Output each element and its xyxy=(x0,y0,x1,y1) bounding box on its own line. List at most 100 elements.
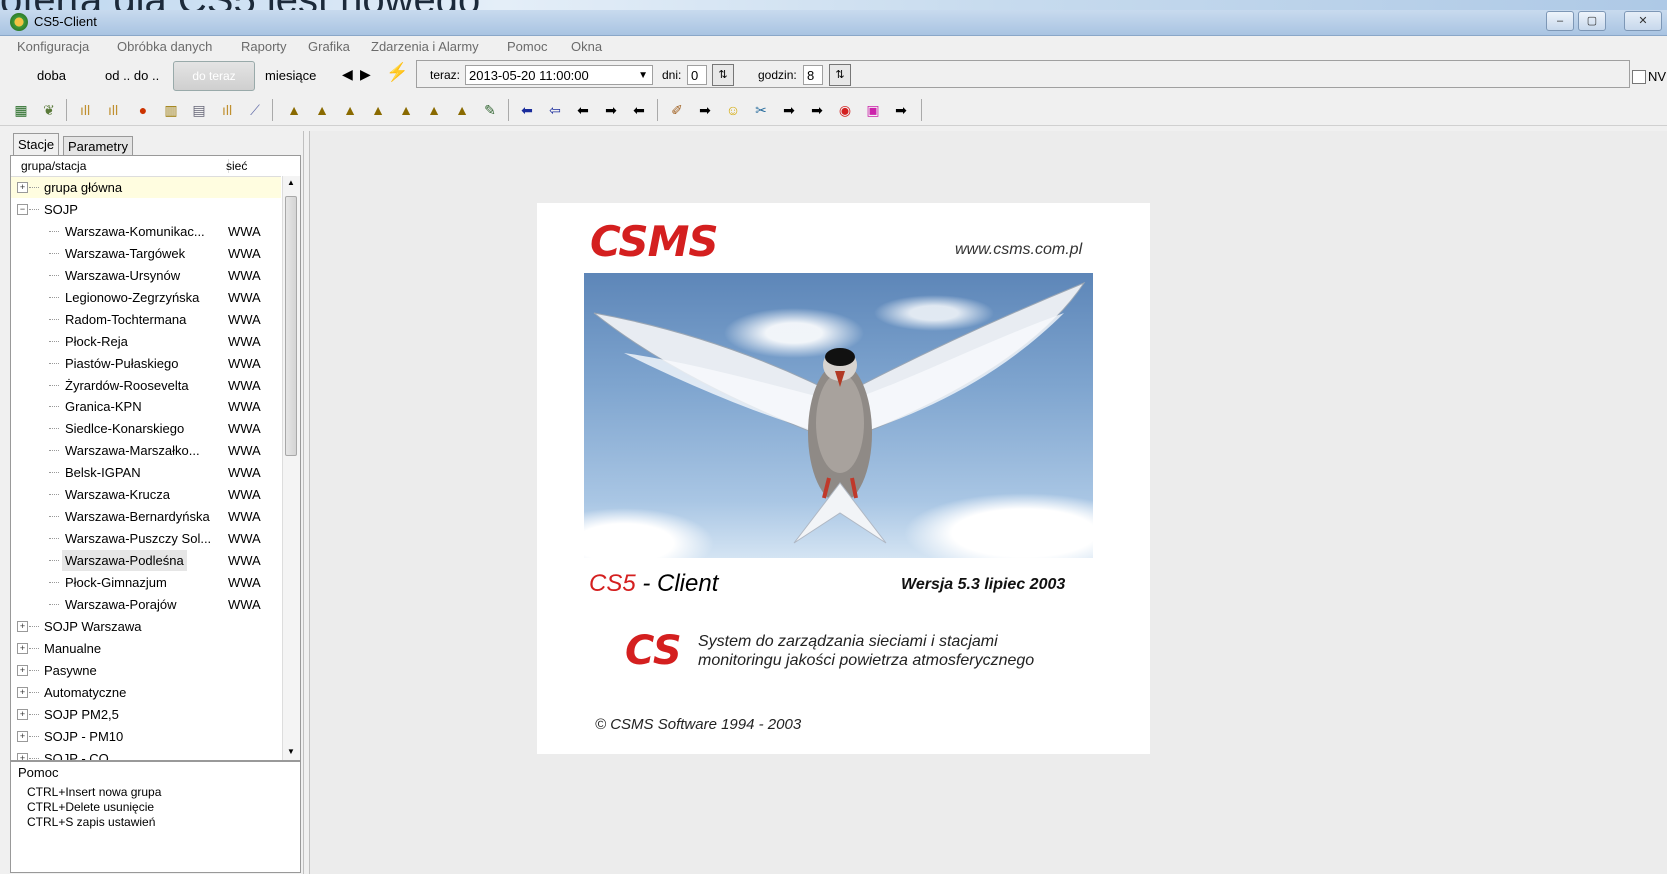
tree-station-row[interactable]: Płock-Gimnazjum WWA xyxy=(11,572,281,593)
tree-station-row[interactable]: Płock-Reja WWA xyxy=(11,331,281,352)
collapse-icon[interactable]: − xyxy=(17,204,28,215)
dni-spinner-icon[interactable]: ⇅ xyxy=(712,64,734,86)
menu-konfiguracja[interactable]: Konfiguracja xyxy=(17,39,89,54)
tree-group-row[interactable]: + SOJP - PM10 xyxy=(11,726,281,747)
menu-zdarzenia-i-alarmy[interactable]: Zdarzenia i Alarmy xyxy=(371,39,479,54)
lifebuoy-icon[interactable]: ◉ xyxy=(836,101,854,119)
tree-station-row[interactable]: Warszawa-Puszczy Sol... WWA xyxy=(11,528,281,549)
prev-arrow-icon[interactable]: ◀ xyxy=(342,66,353,83)
tree-group-row[interactable]: + Manualne xyxy=(11,638,281,659)
arrow-right-icon[interactable]: ➡ xyxy=(602,101,620,119)
tree-station-row[interactable]: Piastów-Pułaskiego WWA xyxy=(11,353,281,374)
scroll-down-icon[interactable]: ▼ xyxy=(287,747,295,756)
expand-icon[interactable]: + xyxy=(17,753,28,760)
expand-icon[interactable]: + xyxy=(17,731,28,742)
map-icon[interactable]: ▦ xyxy=(12,101,30,119)
tree-group-row[interactable]: + SOJP - CO xyxy=(11,748,281,760)
doba-button[interactable]: doba xyxy=(37,68,66,83)
note-arrow-icon[interactable]: ✐ xyxy=(668,101,686,119)
arrow-right-4-icon[interactable]: ➡ xyxy=(808,101,826,119)
menu-grafika[interactable]: Grafika xyxy=(308,39,350,54)
arrow-left-outline-icon[interactable]: ⇦ xyxy=(546,101,564,119)
column-header-group[interactable]: grupa/stacja xyxy=(21,159,86,173)
folder-up-2-icon[interactable]: ▲ xyxy=(313,101,331,119)
miesiace-button[interactable]: miesiące xyxy=(265,68,316,83)
tree-group-row[interactable]: + SOJP Warszawa xyxy=(11,616,281,637)
pie-chart-icon[interactable]: ● xyxy=(134,101,152,119)
eraser-icon[interactable]: ✎ xyxy=(481,101,499,119)
calendar-icon[interactable]: ▥ xyxy=(162,101,180,119)
folder-up-3-icon[interactable]: ▲ xyxy=(341,101,359,119)
tab-parametry[interactable]: Parametry xyxy=(63,136,133,155)
arrow-right-3-icon[interactable]: ➡ xyxy=(780,101,798,119)
menu-okna[interactable]: Okna xyxy=(571,39,602,54)
column-header-net[interactable]: sieć xyxy=(226,159,247,173)
smiley-icon[interactable]: ☺ xyxy=(724,101,742,119)
tree-station-row[interactable]: Legionowo-Zegrzyńska WWA xyxy=(11,287,281,308)
scroll-up-icon[interactable]: ▲ xyxy=(287,178,295,187)
tree-group-row[interactable]: + SOJP PM2,5 xyxy=(11,704,281,725)
dni-field[interactable]: 0 xyxy=(687,65,707,85)
expand-icon[interactable]: + xyxy=(17,182,28,193)
expand-icon[interactable]: + xyxy=(17,643,28,654)
tree-group-row[interactable]: + grupa główna xyxy=(11,177,281,198)
maximize-button[interactable]: ▢ xyxy=(1578,11,1606,31)
expand-icon[interactable]: + xyxy=(17,621,28,632)
tree-station-row[interactable]: Warszawa-Komunikac... WWA xyxy=(11,221,281,242)
folder-up-7-icon[interactable]: ▲ xyxy=(453,101,471,119)
tree-station-row[interactable]: Belsk-IGPAN WWA xyxy=(11,462,281,483)
tree-scrollbar[interactable]: ▲ ▼ xyxy=(282,176,300,760)
panel-splitter[interactable] xyxy=(303,131,310,874)
tree-station-row[interactable]: Warszawa-Marszałko... WWA xyxy=(11,440,281,461)
tree-station-row[interactable]: Warszawa-Krucza WWA xyxy=(11,484,281,505)
report-icon[interactable]: ▣ xyxy=(864,101,882,119)
tab-stacje[interactable]: Stacje xyxy=(13,133,59,155)
tree-group-row[interactable]: + Pasywne xyxy=(11,660,281,681)
menu-pomoc[interactable]: Pomoc xyxy=(507,39,547,54)
tree-station-row[interactable]: Warszawa-Bernardyńska WWA xyxy=(11,506,281,527)
tree-group-row[interactable]: + Automatyczne xyxy=(11,682,281,703)
line-chart-icon[interactable]: ⟋ xyxy=(246,101,264,119)
tree-group-row[interactable]: − SOJP xyxy=(11,199,281,220)
expand-icon[interactable]: + xyxy=(17,709,28,720)
arrow-left-icon[interactable]: ⬅ xyxy=(574,101,592,119)
scroll-thumb[interactable] xyxy=(285,196,297,456)
minimize-button[interactable]: – xyxy=(1546,11,1574,31)
tree-station-row[interactable]: Warszawa-Porajów WWA xyxy=(11,594,281,615)
tree-station-row[interactable]: Radom-Tochtermana WWA xyxy=(11,309,281,330)
folder-up-6-icon[interactable]: ▲ xyxy=(425,101,443,119)
chart-bars-icon[interactable]: ıll xyxy=(76,101,94,119)
folder-up-5-icon[interactable]: ▲ xyxy=(397,101,415,119)
lightning-icon[interactable]: ⚡ xyxy=(386,62,408,83)
arrow-left-blue-icon[interactable]: ⬅ xyxy=(518,101,536,119)
godzin-spinner-icon[interactable]: ⇅ xyxy=(829,64,851,86)
tool-icon[interactable]: ✂ xyxy=(752,101,770,119)
arrow-left-2-icon[interactable]: ⬅ xyxy=(630,101,648,119)
next-arrow-icon[interactable]: ▶ xyxy=(360,66,371,83)
expand-icon[interactable]: + xyxy=(17,665,28,676)
chevron-down-icon[interactable]: ▼ xyxy=(638,66,648,86)
arrow-right-2-icon[interactable]: ➡ xyxy=(696,101,714,119)
tree-station-row[interactable]: Warszawa-Ursynów WWA xyxy=(11,265,281,286)
leaf-icon[interactable]: ❦ xyxy=(40,101,58,119)
menu-raporty[interactable]: Raporty xyxy=(241,39,287,54)
chart-bars-2-icon[interactable]: ıll xyxy=(104,101,122,119)
menu-obrobka-danych[interactable]: Obróbka danych xyxy=(117,39,212,54)
arrow-right-5-icon[interactable]: ➡ xyxy=(892,101,910,119)
od-do-button[interactable]: od .. do .. xyxy=(105,68,159,83)
godzin-field[interactable]: 8 xyxy=(803,65,823,85)
teraz-datetime-field[interactable]: 2013-05-20 11:00:00 ▼ xyxy=(465,65,653,85)
chart-bars-3-icon[interactable]: ıll xyxy=(218,101,236,119)
tree-station-row[interactable]: Żyrardów-Roosevelta WWA xyxy=(11,375,281,396)
tree-station-row[interactable]: Warszawa-Podleśna WWA xyxy=(11,550,281,571)
folder-up-icon[interactable]: ▲ xyxy=(285,101,303,119)
do-teraz-button[interactable]: do teraz xyxy=(173,61,255,91)
folder-up-4-icon[interactable]: ▲ xyxy=(369,101,387,119)
close-button[interactable]: ✕ xyxy=(1624,11,1662,31)
tree-station-row[interactable]: Siedlce-Konarskiego WWA xyxy=(11,418,281,439)
nv-checkbox[interactable] xyxy=(1632,70,1646,84)
tree-station-row[interactable]: Granica-KPN WWA xyxy=(11,396,281,417)
tree-station-row[interactable]: Warszawa-Targówek WWA xyxy=(11,243,281,264)
expand-icon[interactable]: + xyxy=(17,687,28,698)
table-icon[interactable]: ▤ xyxy=(190,101,208,119)
